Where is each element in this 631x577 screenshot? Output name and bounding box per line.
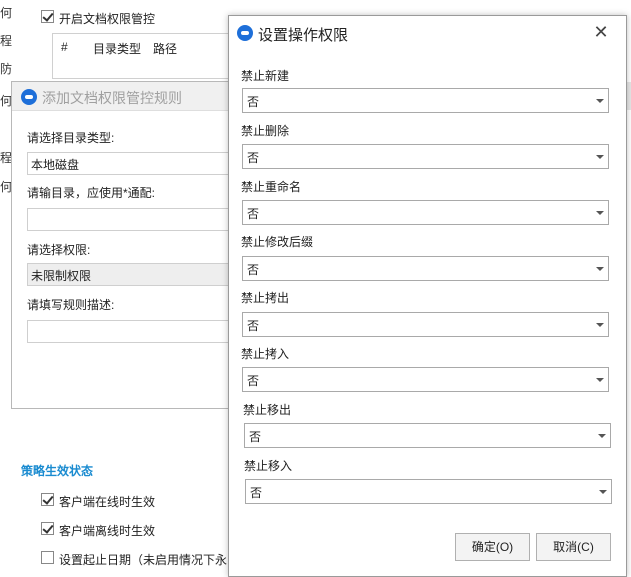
close-icon[interactable]: ✕	[590, 22, 612, 44]
dir-type-label: 请选择目录类型:	[27, 131, 115, 145]
add-rule-dialog-header: 添加文档权限管控规则	[12, 82, 232, 111]
field-label-no-rename: 禁止重命名	[241, 180, 302, 194]
select-no-rename[interactable]: 否	[242, 200, 609, 225]
chevron-down-icon	[591, 201, 608, 224]
chevron-down-icon	[591, 257, 608, 280]
enable-control-label: 开启文档权限管控	[59, 12, 156, 26]
select-value: 否	[249, 430, 262, 444]
dir-type-select[interactable]: 本地磁盘	[27, 152, 237, 175]
select-no-copy-in[interactable]: 否	[242, 367, 609, 392]
select-value: 否	[247, 263, 260, 277]
app-logo-icon	[21, 89, 37, 105]
chevron-down-icon	[594, 480, 611, 503]
offline-effect-label: 客户端离线时生效	[59, 524, 156, 538]
select-no-create[interactable]: 否	[242, 88, 609, 113]
select-value: 否	[247, 151, 260, 165]
table-header-path: 路径	[153, 42, 178, 56]
chevron-down-icon	[591, 145, 608, 168]
dir-input-label: 请输目录，应使用*通配:	[27, 186, 156, 200]
rules-table: # 目录类型 路径	[52, 33, 232, 79]
field-label-no-move-out: 禁止移出	[243, 403, 292, 417]
select-no-copy-out[interactable]: 否	[242, 312, 609, 337]
date-range-checkbox[interactable]	[41, 551, 54, 564]
enable-control-checkbox[interactable]	[41, 10, 54, 23]
chevron-down-icon	[591, 368, 608, 391]
permission-dialog-title: 设置操作权限	[258, 27, 349, 44]
select-value: 否	[247, 374, 260, 388]
table-header-index: #	[61, 40, 68, 54]
perm-select-label: 请选择权限:	[27, 243, 91, 257]
field-label-no-change-ext: 禁止修改后缀	[241, 235, 314, 249]
select-no-change-ext[interactable]: 否	[242, 256, 609, 281]
select-no-delete[interactable]: 否	[242, 144, 609, 169]
cancel-button[interactable]: 取消(C)	[536, 533, 611, 561]
select-no-move-out[interactable]: 否	[244, 423, 611, 448]
online-effect-label: 客户端在线时生效	[59, 495, 156, 509]
field-label-no-copy-out: 禁止拷出	[241, 291, 290, 305]
app-logo-icon	[237, 25, 253, 41]
chevron-down-icon	[591, 89, 608, 112]
field-label-no-create: 禁止新建	[241, 69, 290, 83]
select-value: 否	[250, 486, 263, 500]
chevron-down-icon	[593, 424, 610, 447]
online-effect-checkbox[interactable]	[41, 493, 54, 506]
table-header-dir-type: 目录类型	[93, 42, 142, 56]
permission-dialog-header: 设置操作权限 ✕	[229, 16, 626, 50]
field-label-no-delete: 禁止删除	[241, 124, 290, 138]
permission-dialog: 设置操作权限 ✕ 禁止新建 否 禁止删除 否 禁止重命名 否 禁止修改后缀 否 …	[228, 15, 627, 577]
edge-text: 何	[0, 6, 12, 20]
desc-label: 请填写规则描述:	[27, 298, 115, 312]
ok-button[interactable]: 确定(O)	[455, 533, 530, 561]
select-value: 否	[247, 95, 260, 109]
edge-text: 程	[0, 34, 12, 48]
policy-status-title: 策略生效状态	[21, 464, 94, 478]
offline-effect-checkbox[interactable]	[41, 522, 54, 535]
edge-text: 防	[0, 62, 12, 76]
field-label-no-move-in: 禁止移入	[244, 459, 293, 473]
chevron-down-icon	[591, 313, 608, 336]
perm-select[interactable]: 未限制权限	[27, 263, 237, 286]
select-no-move-in[interactable]: 否	[245, 479, 612, 504]
select-value: 否	[247, 207, 260, 221]
add-rule-dialog-title: 添加文档权限管控规则	[42, 90, 182, 106]
desc-input-field[interactable]	[27, 320, 237, 343]
add-rule-dialog: 添加文档权限管控规则 请选择目录类型: 本地磁盘 请输目录，应使用*通配: 请选…	[11, 81, 237, 409]
date-range-label: 设置起止日期（未启用情况下永	[59, 553, 227, 567]
field-label-no-copy-in: 禁止拷入	[241, 347, 290, 361]
dir-input-field[interactable]	[27, 208, 237, 231]
select-value: 否	[247, 319, 260, 333]
